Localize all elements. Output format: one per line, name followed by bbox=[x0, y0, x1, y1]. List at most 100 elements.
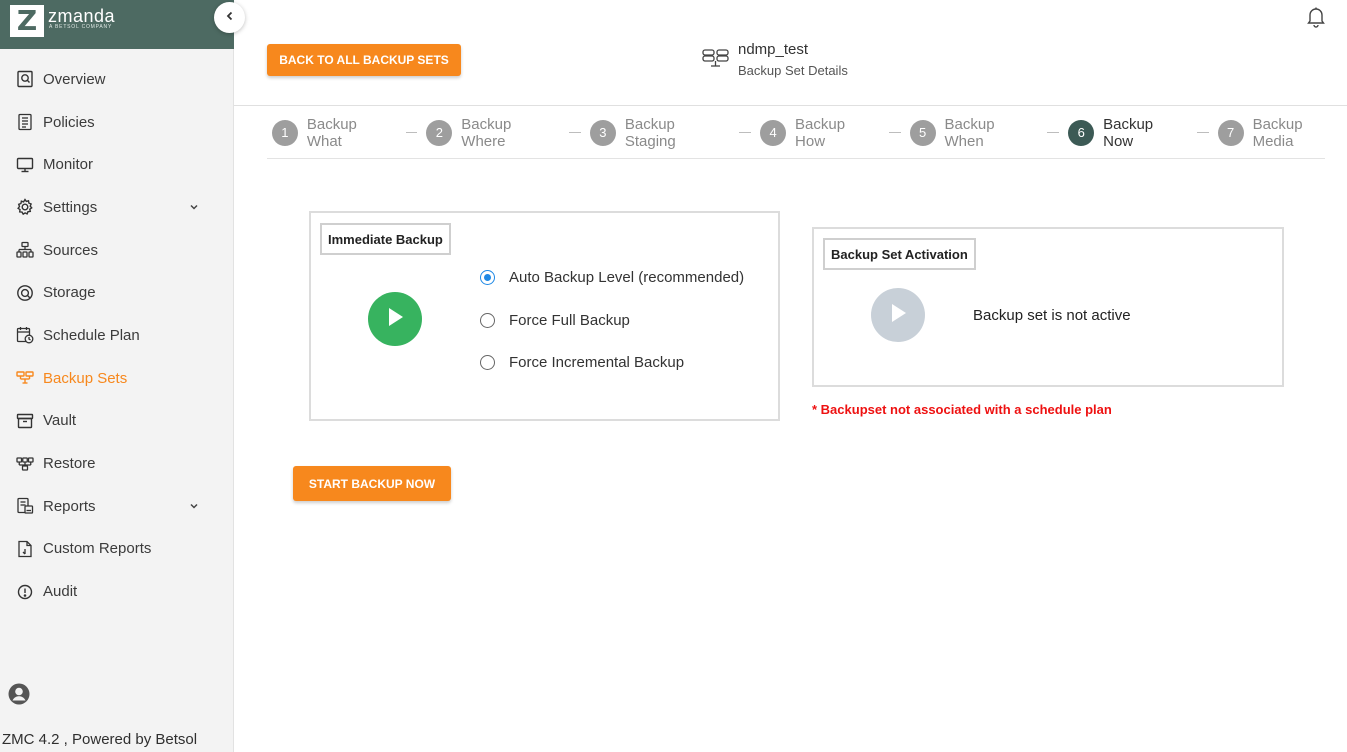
schedule-warning-text: * Backupset not associated with a schedu… bbox=[812, 402, 1112, 417]
sidebar-item-custom-reports[interactable]: Custom Reports bbox=[0, 528, 234, 571]
step-label: Backup Media bbox=[1252, 115, 1303, 150]
play-icon bbox=[888, 302, 908, 329]
step-backup-how[interactable]: 4 Backup How bbox=[760, 116, 879, 150]
step-separator bbox=[405, 132, 418, 133]
sidebar-item-label: Restore bbox=[43, 455, 96, 473]
sidebar-item-sources[interactable]: Sources bbox=[0, 229, 234, 272]
step-separator bbox=[739, 132, 752, 133]
sidebar-item-policies[interactable]: Policies bbox=[0, 101, 234, 144]
step-number: 4 bbox=[760, 119, 787, 146]
chevron-down-icon[interactable] bbox=[188, 200, 200, 218]
gear-icon bbox=[15, 197, 35, 217]
sidebar-item-storage[interactable]: Storage bbox=[0, 271, 234, 314]
backup-set-name: ndmp_test bbox=[738, 41, 809, 58]
play-icon bbox=[385, 306, 405, 333]
sidebar-item-label: Audit bbox=[43, 583, 78, 601]
restore-icon bbox=[15, 454, 35, 474]
step-number: 6 bbox=[1068, 119, 1095, 146]
step-label: Backup Where bbox=[461, 115, 512, 150]
backup-set-icon bbox=[702, 48, 730, 75]
step-label: Backup Now bbox=[1103, 115, 1154, 150]
bell-icon[interactable] bbox=[1306, 6, 1326, 33]
step-separator bbox=[1196, 132, 1209, 133]
sidebar-item-label: Settings bbox=[43, 198, 98, 216]
step-backup-staging[interactable]: 3 Backup Staging bbox=[590, 116, 729, 150]
radio-label: Force Incremental Backup bbox=[509, 354, 685, 371]
chevron-left-icon bbox=[224, 9, 236, 27]
audit-icon bbox=[15, 582, 35, 602]
step-backup-now[interactable]: 6 Backup Now bbox=[1068, 116, 1187, 150]
backup-sets-icon bbox=[15, 368, 35, 388]
sidebar-item-overview[interactable]: Overview bbox=[0, 58, 234, 101]
radio-button[interactable] bbox=[480, 313, 495, 328]
version-text: ZMC 4.2 , Powered by Betsol bbox=[2, 731, 198, 748]
step-backup-when[interactable]: 5 Backup When bbox=[909, 115, 1038, 150]
radio-force-incremental-backup[interactable]: Force Incremental Backup bbox=[480, 354, 684, 371]
step-label: Backup Staging bbox=[624, 115, 676, 150]
sidebar-item-label: Backup Sets bbox=[43, 369, 128, 387]
user-avatar-icon[interactable] bbox=[8, 683, 30, 710]
backup-set-activation-title: Backup Set Activation bbox=[823, 238, 976, 270]
sidebar-item-backup-sets[interactable]: Backup Sets bbox=[0, 357, 234, 400]
stepper-divider bbox=[267, 158, 1325, 159]
policies-icon bbox=[15, 112, 35, 132]
radio-force-full-backup[interactable]: Force Full Backup bbox=[480, 312, 630, 329]
radio-button[interactable] bbox=[480, 270, 495, 285]
step-number: 5 bbox=[909, 119, 936, 146]
schedule-icon bbox=[15, 325, 35, 345]
sidebar-item-restore[interactable]: Restore bbox=[0, 442, 234, 485]
sidebar-item-monitor[interactable]: Monitor bbox=[0, 143, 234, 186]
sidebar-item-label: Policies bbox=[43, 113, 95, 131]
step-number: 7 bbox=[1217, 119, 1244, 146]
radio-button[interactable] bbox=[480, 355, 495, 370]
step-backup-media[interactable]: 7 Backup Media bbox=[1217, 115, 1347, 150]
step-separator bbox=[1047, 132, 1060, 133]
sidebar: Z zmanda A BETSOL COMPANY Overview Polic… bbox=[0, 0, 234, 752]
step-separator bbox=[888, 132, 901, 133]
step-number: 3 bbox=[590, 119, 616, 146]
activation-status-text: Backup set is not active bbox=[973, 307, 1131, 324]
radio-label: Auto Backup Level (recommended) bbox=[509, 269, 745, 286]
sidebar-item-audit[interactable]: Audit bbox=[0, 570, 234, 613]
sidebar-item-label: Storage bbox=[43, 284, 96, 302]
back-to-all-backup-sets-button[interactable]: BACK TO ALL BACKUP SETS bbox=[267, 44, 461, 76]
step-label: Backup How bbox=[795, 115, 846, 150]
header-divider bbox=[234, 105, 1347, 106]
sidebar-item-label: Vault bbox=[43, 412, 77, 430]
chevron-down-icon[interactable] bbox=[188, 499, 200, 517]
step-backup-where[interactable]: 2 Backup Where bbox=[426, 116, 559, 150]
wizard-stepper: 1 Backup What 2 Backup Where 3 Backup St… bbox=[272, 116, 1347, 150]
sidebar-item-vault[interactable]: Vault bbox=[0, 400, 234, 443]
sidebar-item-label: Monitor bbox=[43, 156, 94, 174]
step-number: 1 bbox=[272, 119, 298, 146]
radio-auto-backup-level[interactable]: Auto Backup Level (recommended) bbox=[480, 269, 744, 286]
step-separator bbox=[569, 132, 581, 133]
monitor-icon bbox=[15, 155, 35, 175]
step-number: 2 bbox=[426, 119, 453, 146]
immediate-backup-title: Immediate Backup bbox=[320, 223, 451, 255]
brand-bar: Z zmanda A BETSOL COMPANY bbox=[0, 0, 234, 49]
sidebar-item-label: Custom Reports bbox=[43, 540, 152, 558]
zmanda-logo-icon: Z bbox=[10, 5, 44, 37]
step-label: Backup What bbox=[306, 115, 357, 150]
sidebar-item-settings[interactable]: Settings bbox=[0, 186, 234, 229]
play-backup-button[interactable] bbox=[368, 292, 422, 346]
immediate-backup-panel: Immediate Backup Auto Backup Level (reco… bbox=[309, 211, 780, 421]
start-backup-now-button[interactable]: START BACKUP NOW bbox=[293, 466, 451, 501]
step-backup-what[interactable]: 1 Backup What bbox=[272, 116, 396, 150]
backup-set-activation-panel: Backup Set Activation Backup set is not … bbox=[812, 227, 1284, 387]
reports-icon bbox=[15, 496, 35, 516]
sidebar-item-schedule-plan[interactable]: Schedule Plan bbox=[0, 314, 234, 357]
sidebar-item-reports[interactable]: Reports bbox=[0, 485, 234, 528]
brand-tagline: A BETSOL COMPANY bbox=[49, 24, 113, 30]
custom-reports-icon bbox=[15, 539, 35, 559]
storage-icon bbox=[15, 283, 35, 303]
step-label: Backup When bbox=[944, 115, 995, 150]
activate-backup-set-button bbox=[871, 288, 925, 342]
sidebar-nav: Overview Policies Monitor Settings Sourc… bbox=[0, 58, 234, 613]
sources-icon bbox=[15, 240, 35, 260]
sidebar-item-label: Reports bbox=[43, 497, 96, 515]
collapse-sidebar-button[interactable] bbox=[214, 2, 245, 33]
sidebar-item-label: Sources bbox=[43, 241, 99, 259]
overview-icon bbox=[15, 69, 35, 89]
